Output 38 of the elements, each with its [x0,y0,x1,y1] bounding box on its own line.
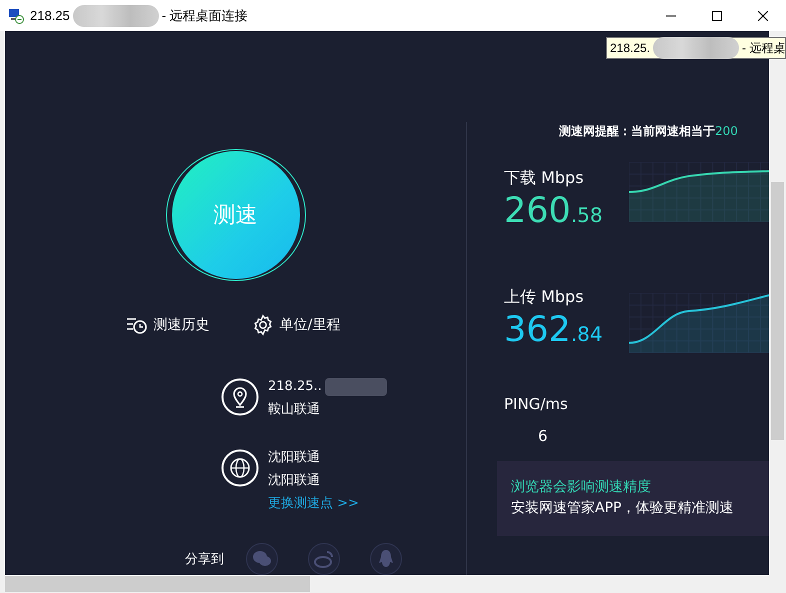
tooltip-text: 218.25. [610,41,650,55]
server-isp: 沈阳联通 [268,472,321,490]
close-icon [758,10,768,20]
banner-text: 安装网速管家APP，体验更精准测速 [511,499,734,517]
banner-title: 浏览器会影响测速精度 [511,478,652,496]
blurred-patch [324,378,387,396]
weibo-icon [314,550,334,568]
penguin-icon [378,549,394,569]
change-server-link[interactable]: 更换测速点 >> [268,495,359,513]
ping-label: PING/ms [504,395,569,413]
chat-icon [252,550,272,568]
icon-link[interactable]: 测速历史 [126,314,210,336]
metric-value: 362.84 [504,310,604,350]
ping-value: 6 [538,427,549,445]
maximize-icon [712,10,722,20]
ip-address: 218.25.. [268,378,322,396]
share-label: 分享到 [185,551,224,568]
horizontal-scrollbar[interactable] [0,575,786,593]
location-pin-icon [221,378,259,416]
share-button[interactable] [246,543,278,575]
metric-value: 260.58 [504,191,604,231]
globe-icon [221,449,259,487]
share-button[interactable] [308,543,340,575]
share-button[interactable] [370,543,402,575]
window-title: 218.25 [30,8,70,23]
server-name: 沈阳联通 [268,449,321,467]
settings-icon [252,314,274,336]
speed-notice: 测速网提醒：当前网速相当于200 [559,123,739,140]
metric-label: 下载 Mbps [504,168,585,189]
scroll-thumb[interactable] [771,182,784,440]
remote-desktop-icon [8,8,24,24]
window-title: - 远程桌面连接 [162,6,248,24]
tooltip-text: - 远程桌 [742,40,786,56]
client-isp: 鞍山联通 [268,401,321,419]
scroll-thumb[interactable] [5,576,310,592]
history-icon [126,315,148,335]
icon-link[interactable]: 单位/里程 [252,314,340,336]
metric-label: 上传 Mbps [504,287,585,308]
